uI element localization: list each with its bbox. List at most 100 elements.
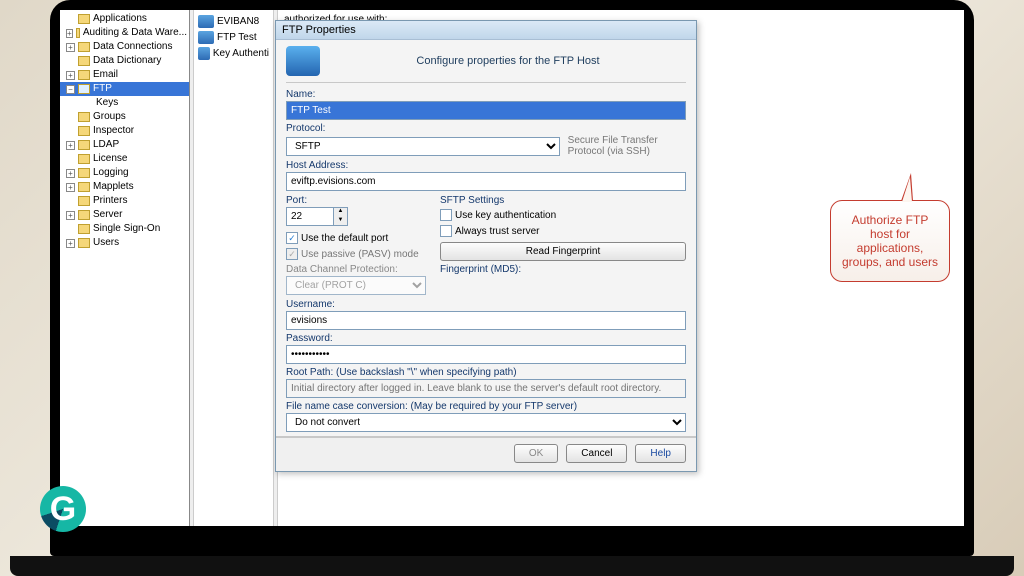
username-label: Username: [286, 299, 686, 310]
expand-icon[interactable]: + [66, 239, 75, 248]
ftp-host-icon [198, 31, 214, 44]
nav-item-label: Keys [96, 96, 118, 110]
folder-icon [78, 14, 90, 24]
folder-icon [78, 168, 90, 178]
host-field[interactable] [286, 172, 686, 191]
name-label: Name: [286, 89, 686, 100]
nav-item-logging[interactable]: +Logging [60, 166, 189, 180]
expand-icon[interactable]: + [66, 71, 75, 80]
use-pasv-checkbox[interactable]: ✓ [286, 248, 298, 260]
nav-item-label: License [93, 152, 127, 166]
file-conv-select[interactable]: Do not convert [286, 413, 686, 432]
ftp-host-item[interactable]: EVIBAN8 [196, 14, 271, 29]
protocol-desc: Secure File Transfer Protocol (via SSH) [568, 135, 686, 157]
folder-icon [78, 42, 90, 52]
expand-icon[interactable] [84, 99, 93, 108]
ftp-host-label: EVIBAN8 [217, 16, 259, 27]
port-stepper[interactable]: ▲▼ [334, 207, 348, 226]
expand-icon[interactable]: + [66, 183, 75, 192]
expand-icon[interactable] [66, 113, 75, 122]
ftp-host-label: FTP Test [217, 32, 257, 43]
nav-item-users[interactable]: +Users [60, 236, 189, 250]
dialog-titlebar[interactable]: FTP Properties [276, 21, 696, 40]
root-path-label: Root Path: (Use backslash "\" when speci… [286, 367, 686, 378]
expand-icon[interactable]: + [66, 169, 75, 178]
nav-item-label: Mapplets [93, 180, 134, 194]
nav-item-label: Server [93, 208, 122, 222]
ftp-host-item[interactable]: FTP Test [196, 30, 271, 45]
username-field[interactable] [286, 311, 686, 330]
port-label: Port: [286, 195, 426, 206]
expand-icon[interactable] [66, 225, 75, 234]
nav-item-groups[interactable]: Groups [60, 110, 189, 124]
use-default-port-label: Use the default port [301, 233, 388, 244]
folder-icon [78, 182, 90, 192]
root-path-field[interactable] [286, 379, 686, 398]
folder-icon [78, 210, 90, 220]
help-button[interactable]: Help [635, 444, 686, 463]
expand-icon[interactable] [66, 15, 75, 24]
nav-tree[interactable]: Applications+Auditing & Data Ware...+Dat… [60, 10, 190, 526]
folder-icon [78, 56, 90, 66]
expand-icon[interactable]: + [66, 211, 75, 220]
ftp-host-label: Key Authenti [213, 48, 269, 59]
nav-item-label: Printers [93, 194, 127, 208]
use-key-label: Use key authentication [455, 210, 556, 221]
name-field[interactable] [286, 101, 686, 120]
nav-item-email[interactable]: + Email [60, 68, 189, 82]
nav-item-printers[interactable]: Printers [60, 194, 189, 208]
ok-button[interactable]: OK [514, 444, 558, 463]
folder-icon [78, 196, 90, 206]
nav-item-label: Applications [93, 12, 147, 26]
nav-item-label: Data Connections [93, 40, 173, 54]
ftp-host-icon [198, 15, 214, 28]
nav-item-server[interactable]: + Server [60, 208, 189, 222]
port-field[interactable] [286, 207, 334, 226]
ftp-host-icon [198, 47, 210, 60]
protocol-select[interactable]: SFTP [286, 137, 560, 156]
ftp-host-item[interactable]: Key Authenti [196, 46, 271, 61]
nav-item-applications[interactable]: Applications [60, 12, 189, 26]
cancel-button[interactable]: Cancel [566, 444, 627, 463]
nav-item-label: Data Dictionary [93, 54, 161, 68]
password-field[interactable] [286, 345, 686, 364]
folder-icon [78, 224, 90, 234]
always-trust-label: Always trust server [455, 226, 539, 237]
folder-icon [78, 140, 90, 150]
nav-item-license[interactable]: License [60, 152, 189, 166]
use-default-port-checkbox[interactable]: ✓ [286, 232, 298, 244]
nav-item-ldap[interactable]: +LDAP [60, 138, 189, 152]
nav-item-single-sign-on[interactable]: Single Sign-On [60, 222, 189, 236]
callout-annotation: Authorize FTP host for applications, gro… [830, 200, 950, 282]
data-channel-select: Clear (PROT C) [286, 276, 426, 295]
expand-icon[interactable] [66, 57, 75, 66]
folder-icon [78, 238, 90, 248]
nav-item-data-dictionary[interactable]: Data Dictionary [60, 54, 189, 68]
nav-item-data-connections[interactable]: + Data Connections [60, 40, 189, 54]
expand-icon[interactable]: + [66, 29, 73, 38]
ftp-host-list[interactable]: EVIBAN8 FTP Test Key Authenti [194, 10, 274, 526]
use-key-checkbox[interactable] [440, 209, 452, 221]
nav-item-keys[interactable]: Keys [60, 96, 189, 110]
read-fingerprint-button[interactable]: Read Fingerprint [440, 242, 686, 261]
nav-item-auditing-data-ware-[interactable]: +Auditing & Data Ware... [60, 26, 189, 40]
expand-icon[interactable] [66, 155, 75, 164]
always-trust-checkbox[interactable] [440, 225, 452, 237]
nav-item-inspector[interactable]: Inspector [60, 124, 189, 138]
password-label: Password: [286, 333, 686, 344]
nav-item-ftp[interactable]: −FTP [60, 82, 189, 96]
expand-icon[interactable] [66, 197, 75, 206]
divider [286, 82, 686, 83]
expand-icon[interactable]: − [66, 85, 75, 94]
dialog-subtitle: Configure properties for the FTP Host [330, 55, 686, 67]
expand-icon[interactable]: + [66, 141, 75, 150]
expand-icon[interactable] [66, 127, 75, 136]
nav-item-label: Email [93, 68, 118, 82]
folder-icon [78, 126, 90, 136]
nav-item-label: Single Sign-On [93, 222, 160, 236]
nav-item-mapplets[interactable]: + Mapplets [60, 180, 189, 194]
folder-icon [78, 112, 90, 122]
expand-icon[interactable]: + [66, 43, 75, 52]
nav-item-label: Inspector [93, 124, 134, 138]
host-label: Host Address: [286, 160, 686, 171]
